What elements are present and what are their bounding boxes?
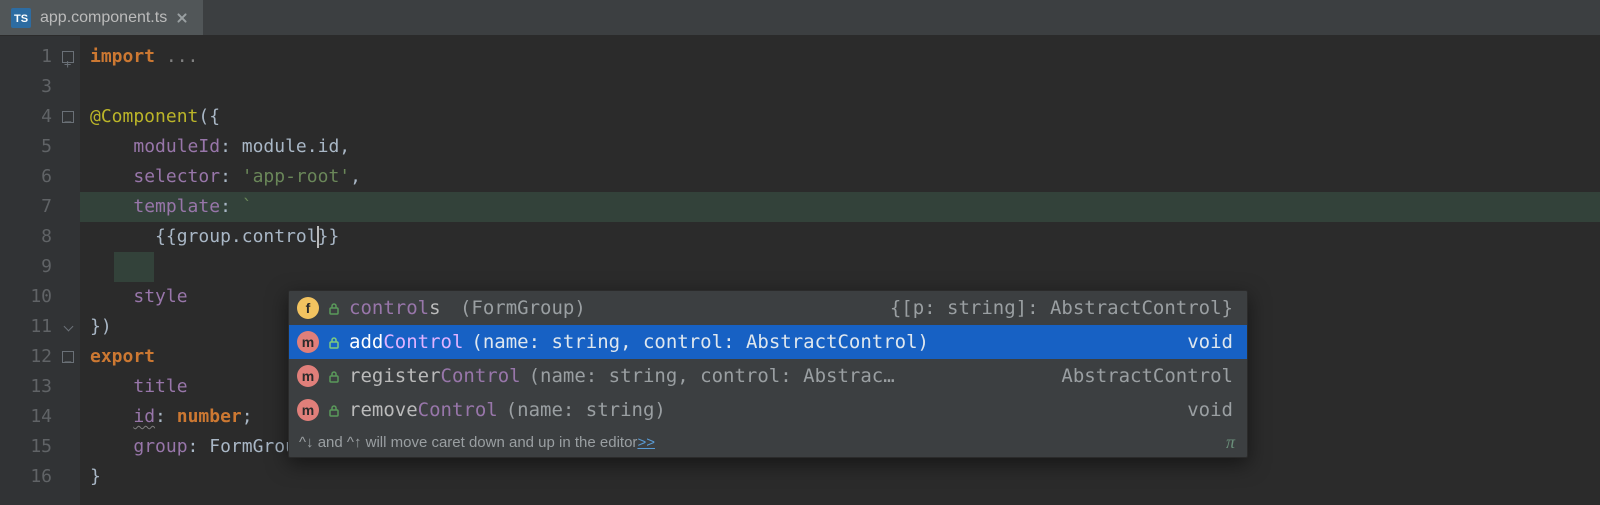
tab-label: app.component.ts (40, 10, 167, 26)
code-line[interactable]: import ... (80, 42, 1600, 72)
fold-collapsed-icon[interactable] (62, 51, 74, 63)
completion-more-link[interactable]: >> (637, 435, 655, 450)
line-number: 9 (0, 252, 80, 282)
completion-item-removecontrol[interactable]: m removeControl (name: string) void (289, 393, 1247, 427)
line-number: 13 (0, 372, 80, 402)
line-number: 1 (0, 42, 80, 72)
completion-name: controls (349, 299, 441, 318)
fold-open-icon[interactable] (62, 111, 74, 123)
completion-return-type: AbstractControl (1061, 367, 1233, 386)
completion-name: addControl (349, 333, 463, 352)
line-number: 16 (0, 462, 80, 492)
completion-name: removeControl (349, 401, 498, 420)
visibility-public-icon (327, 403, 341, 417)
close-icon[interactable] (175, 11, 189, 25)
line-number: 15 (0, 432, 80, 462)
line-number: 4 (0, 102, 80, 132)
code-area[interactable]: import ... @Component({ moduleId: module… (80, 36, 1600, 505)
svg-text:TS: TS (14, 13, 28, 25)
completion-return-type: void (1187, 333, 1233, 352)
code-line[interactable]: `, (80, 252, 1600, 282)
completion-item-addcontrol[interactable]: m addControl (name: string, control: Abs… (289, 325, 1247, 359)
line-number: 6 (0, 162, 80, 192)
method-badge-icon: m (297, 365, 319, 387)
completion-return-type: void (1187, 401, 1233, 420)
visibility-public-icon (327, 301, 341, 315)
pi-icon[interactable]: π (1226, 433, 1235, 451)
method-badge-icon: m (297, 331, 319, 353)
completion-name: registerControl (349, 367, 521, 386)
line-number: 5 (0, 132, 80, 162)
line-number: 7 (0, 192, 80, 222)
line-number: 3 (0, 72, 80, 102)
typescript-file-icon: TS (10, 7, 32, 29)
code-line[interactable]: moduleId: module.id, (80, 132, 1600, 162)
code-line[interactable]: template: ` (80, 192, 1600, 222)
completion-signature: (name: string, control: AbstractControl) (471, 333, 929, 352)
completion-signature: (name: string, control: Abstrac… (529, 367, 895, 386)
tab-app-component[interactable]: TS app.component.ts (0, 0, 203, 35)
code-line[interactable]: selector: 'app-root', (80, 162, 1600, 192)
code-line[interactable] (80, 72, 1600, 102)
completion-hint: ^↓ and ^↑ will move caret down and up in… (299, 435, 637, 450)
fold-open-icon[interactable] (62, 351, 74, 363)
completion-item-registercontrol[interactable]: m registerControl (name: string, control… (289, 359, 1247, 393)
tab-bar: TS app.component.ts (0, 0, 1600, 36)
completion-return-type: {[p: string]: AbstractControl} (890, 299, 1233, 318)
gutter: 1 3 4 5 6 7 8 9 10 11 12 13 14 15 16 (0, 36, 80, 505)
code-line[interactable]: @Component({ (80, 102, 1600, 132)
line-number: 10 (0, 282, 80, 312)
completion-popup: f controls (FormGroup) {[p: string]: Abs… (288, 290, 1248, 458)
completion-footer: ^↓ and ^↑ will move caret down and up in… (289, 427, 1247, 457)
line-number: 8 (0, 222, 80, 252)
line-number: 12 (0, 342, 80, 372)
code-line[interactable]: {{group.control}} (80, 222, 1600, 252)
completion-item-controls[interactable]: f controls (FormGroup) {[p: string]: Abs… (289, 291, 1247, 325)
line-number: 11 (0, 312, 80, 342)
visibility-public-icon (327, 335, 341, 349)
completion-signature: (name: string) (506, 401, 666, 420)
completion-signature: (FormGroup) (449, 299, 586, 318)
code-line[interactable]: } (80, 462, 1600, 492)
selection-highlight (114, 252, 154, 282)
visibility-public-icon (327, 369, 341, 383)
fold-close-icon[interactable] (62, 321, 74, 333)
line-number: 14 (0, 402, 80, 432)
method-badge-icon: m (297, 399, 319, 421)
field-badge-icon: f (297, 297, 319, 319)
editor: 1 3 4 5 6 7 8 9 10 11 12 13 14 15 16 imp… (0, 36, 1600, 505)
